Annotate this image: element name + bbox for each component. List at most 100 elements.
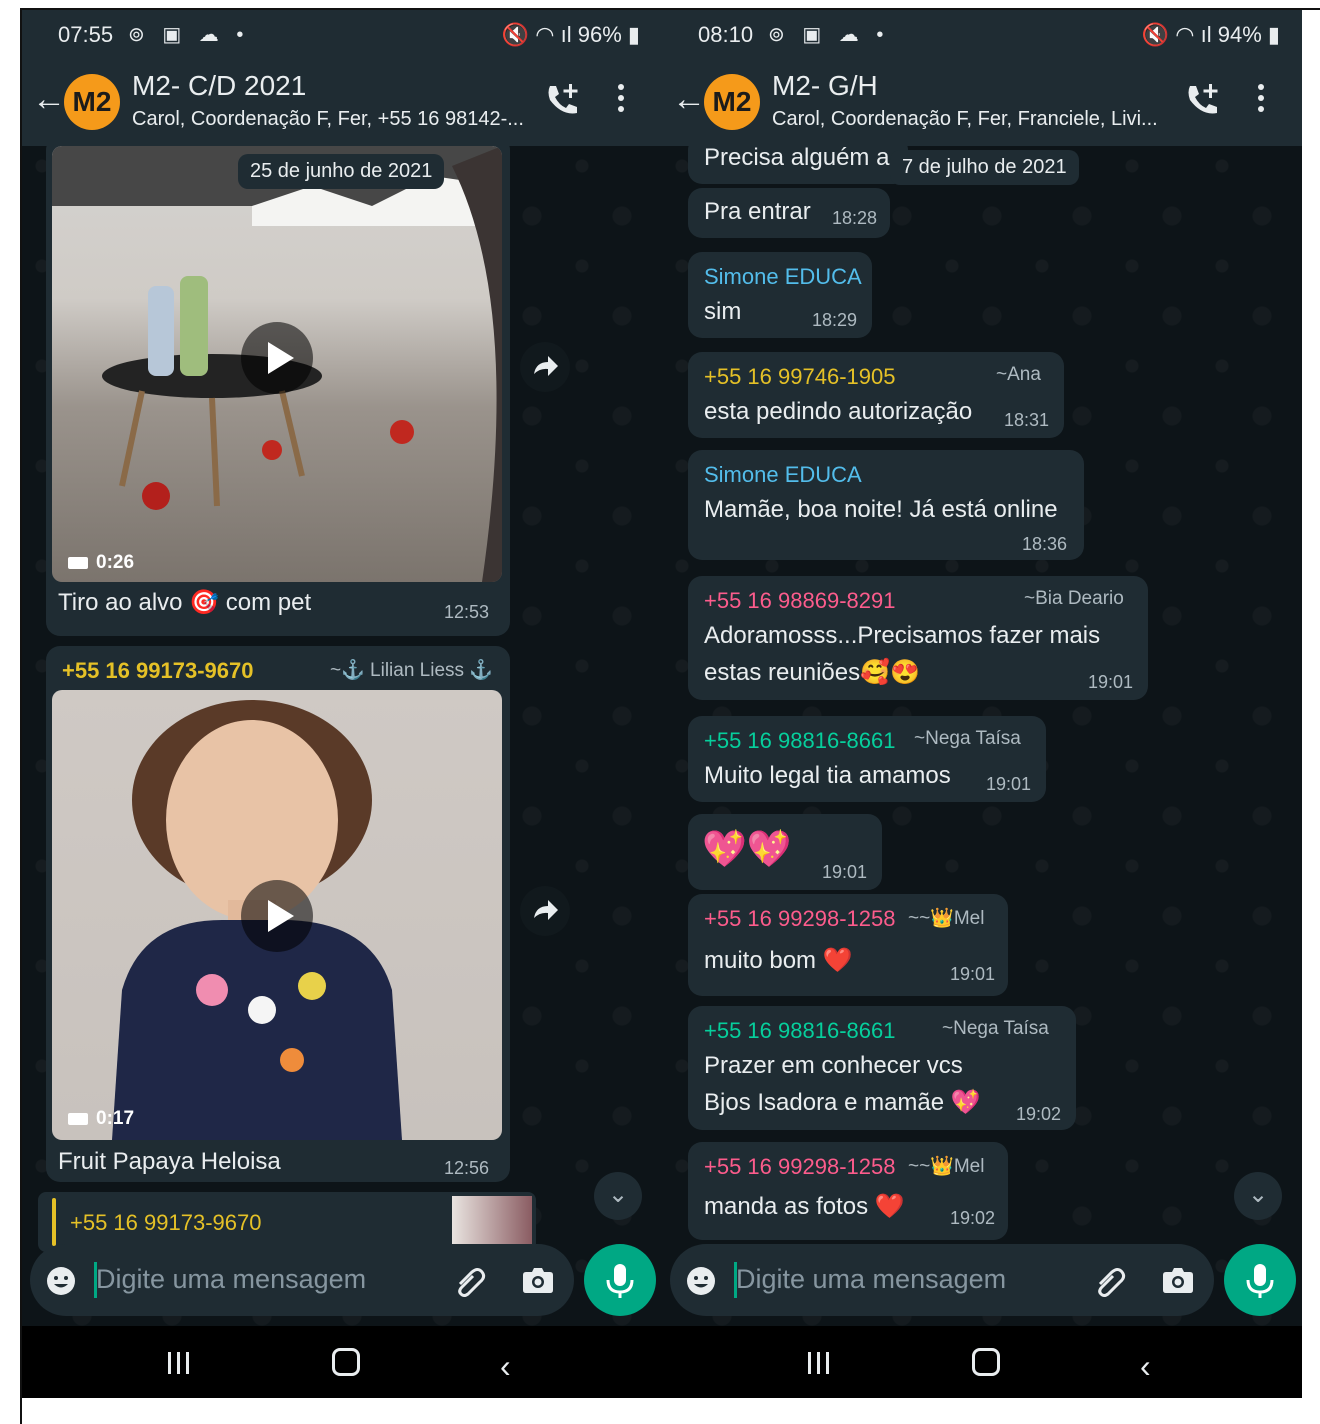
back-arrow-icon[interactable]: ← xyxy=(672,80,706,119)
message-bubble[interactable]: 💖💖 19:01 xyxy=(688,814,882,890)
mic-icon[interactable] xyxy=(584,1244,656,1316)
message-sender[interactable]: Simone EDUCA xyxy=(704,264,862,290)
group-participants[interactable]: Carol, Coordenação F, Fer, +55 16 98142-… xyxy=(132,108,532,131)
message-bubble[interactable]: Pra entrar 18:28 xyxy=(688,188,890,238)
system-nav-bar: ‹ xyxy=(662,1326,1302,1398)
message-time: 12:53 xyxy=(444,602,490,622)
emoji-icon[interactable] xyxy=(46,1266,76,1296)
message-text: Prazer em conhecer vcs xyxy=(704,1052,963,1079)
nav-back-icon[interactable]: ‹ xyxy=(500,1348,511,1385)
message-sender[interactable]: +55 16 99173-9670 xyxy=(62,658,253,684)
chat-header: ← M2 M2- C/D 2021 Carol, Coordenação F, … xyxy=(22,58,662,146)
message-sender[interactable]: Simone EDUCA xyxy=(704,462,862,488)
camera-icon[interactable] xyxy=(522,1266,554,1294)
chat-area[interactable]: Precisa alguém a 7 de julho de 2021 Pra … xyxy=(662,146,1302,1326)
sender-alias: ~⚓ Lilian Liess ⚓ xyxy=(330,660,493,681)
status-battery: 🔇 ◠ ıl 96% ▮ xyxy=(501,22,640,47)
message-text-line2: estas reuniões🥰😍 xyxy=(704,659,920,686)
more-vertical-icon[interactable] xyxy=(618,84,626,117)
nav-back-icon[interactable]: ‹ xyxy=(1140,1348,1151,1385)
attach-icon[interactable] xyxy=(1092,1264,1126,1298)
message-text: Muito legal tia amamos xyxy=(704,762,951,789)
group-avatar[interactable]: M2 xyxy=(64,74,120,130)
message-text-line2: Bjos Isadora e mamãe 💖 xyxy=(704,1089,981,1116)
status-bar: 08:10 ⊚ ▣ ☁ • 🔇 ◠ ıl 94% ▮ xyxy=(662,10,1302,58)
home-icon[interactable] xyxy=(972,1348,1000,1376)
attach-icon[interactable] xyxy=(452,1264,486,1298)
status-battery: 🔇 ◠ ıl 94% ▮ xyxy=(1141,22,1280,47)
sender-alias: ~Bia Deario xyxy=(1024,588,1124,609)
recent-apps-icon[interactable] xyxy=(806,1350,832,1376)
message-sender[interactable]: +55 16 99298-1258 xyxy=(704,906,895,932)
forward-icon[interactable] xyxy=(520,886,570,936)
chat-header: ← M2 M2- G/H Carol, Coordenação F, Fer, … xyxy=(662,58,1302,146)
message-sender[interactable]: +55 16 99298-1258 xyxy=(704,1154,895,1180)
status-time: 07:55 xyxy=(58,22,114,47)
message-time: 19:01 xyxy=(950,964,996,984)
mic-icon[interactable] xyxy=(1224,1244,1296,1316)
status-time: 08:10 xyxy=(698,22,754,47)
message-time: 12:56 xyxy=(444,1158,490,1178)
quoted-message[interactable]: +55 16 99173-9670 xyxy=(38,1192,536,1252)
add-call-icon[interactable] xyxy=(542,80,582,120)
play-icon[interactable] xyxy=(241,322,313,394)
sender-alias: ~Nega Taísa xyxy=(914,728,1021,749)
video-thumbnail[interactable]: 0:26 xyxy=(52,146,502,582)
group-title[interactable]: M2- G/H xyxy=(772,70,878,102)
message-bubble[interactable]: +55 16 98816-8661 ~Nega Taísa Prazer em … xyxy=(688,1006,1076,1130)
back-arrow-icon[interactable]: ← xyxy=(32,80,66,119)
message-text: Precisa alguém a xyxy=(704,146,890,171)
target-emoji: 🎯 xyxy=(189,589,220,616)
message-time: 19:01 xyxy=(822,862,868,882)
message-bubble[interactable]: +55 16 99298-1258 ~~👑Mel manda as fotos … xyxy=(688,1142,1008,1240)
quote-sender: +55 16 99173-9670 xyxy=(70,1210,262,1235)
message-time: 18:29 xyxy=(812,310,858,330)
message-placeholder: Digite uma mensagem xyxy=(736,1264,1007,1294)
message-input[interactable]: Digite uma mensagem xyxy=(30,1244,574,1316)
message-bubble[interactable]: Simone EDUCA Mamãe, boa noite! Já está o… xyxy=(688,450,1084,560)
status-icons: ⊚ ▣ ☁ • xyxy=(128,24,250,46)
home-icon[interactable] xyxy=(332,1348,360,1376)
chat-area[interactable]: 0:26 Tiro ao alvo 🎯 com pet 12:53 25 de … xyxy=(22,146,662,1326)
message-sender[interactable]: +55 16 98816-8661 xyxy=(704,1018,895,1044)
message-time: 19:01 xyxy=(1088,672,1134,692)
message-bubble[interactable]: +55 16 98869-8291 ~Bia Deario Adoramosss… xyxy=(688,576,1148,700)
message-bubble[interactable]: Simone EDUCA sim 18:29 xyxy=(688,252,872,338)
add-call-icon[interactable] xyxy=(1182,80,1222,120)
message-bubble[interactable]: +55 16 98816-8661 ~Nega Taísa Muito lega… xyxy=(688,716,1046,802)
recent-apps-icon[interactable] xyxy=(166,1350,192,1376)
video-message[interactable]: +55 16 99173-9670 ~⚓ Lilian Liess ⚓ 0:17… xyxy=(46,646,510,1182)
system-nav-bar: ‹ xyxy=(22,1326,662,1398)
message-text: muito bom ❤️ xyxy=(704,947,853,974)
message-text: 💖💖 xyxy=(702,828,792,869)
group-avatar[interactable]: M2 xyxy=(704,74,760,130)
message-bubble[interactable]: Precisa alguém a xyxy=(688,146,908,184)
video-caption: Fruit Papaya Heloisa xyxy=(58,1148,281,1175)
video-camera-icon xyxy=(68,1112,88,1125)
message-sender[interactable]: +55 16 99746-1905 xyxy=(704,364,895,390)
chevron-down-icon[interactable]: ⌄ xyxy=(594,1172,642,1220)
sender-alias: ~~👑Mel xyxy=(908,908,985,929)
camera-icon[interactable] xyxy=(1162,1266,1194,1294)
group-title[interactable]: M2- C/D 2021 xyxy=(132,70,306,102)
message-bubble[interactable]: +55 16 99298-1258 ~~👑Mel muito bom ❤️ 19… xyxy=(688,894,1008,996)
video-camera-icon xyxy=(68,556,88,569)
group-participants[interactable]: Carol, Coordenação F, Fer, Franciele, Li… xyxy=(772,108,1172,131)
message-time: 18:36 xyxy=(1022,534,1068,554)
message-bubble[interactable]: +55 16 99746-1905 ~Ana esta pedindo auto… xyxy=(688,352,1064,438)
message-time: 19:02 xyxy=(950,1208,996,1228)
video-message[interactable]: 0:26 Tiro ao alvo 🎯 com pet 12:53 xyxy=(46,146,510,636)
chevron-down-icon[interactable]: ⌄ xyxy=(1234,1172,1282,1220)
phone-left: 07:55 ⊚ ▣ ☁ • 🔇 ◠ ıl 96% ▮ ← M2 M2- C/D … xyxy=(22,10,662,1398)
emoji-icon[interactable] xyxy=(686,1266,716,1296)
message-sender[interactable]: +55 16 98816-8661 xyxy=(704,728,895,754)
message-input[interactable]: Digite uma mensagem xyxy=(670,1244,1214,1316)
video-thumbnail[interactable]: 0:17 xyxy=(52,690,502,1140)
more-vertical-icon[interactable] xyxy=(1258,84,1266,117)
message-placeholder: Digite uma mensagem xyxy=(96,1264,367,1294)
message-sender[interactable]: +55 16 98869-8291 xyxy=(704,588,895,614)
sender-alias: ~Ana xyxy=(996,364,1041,385)
message-time: 18:28 xyxy=(832,208,878,228)
forward-icon[interactable] xyxy=(520,342,570,392)
play-icon[interactable] xyxy=(241,880,313,952)
